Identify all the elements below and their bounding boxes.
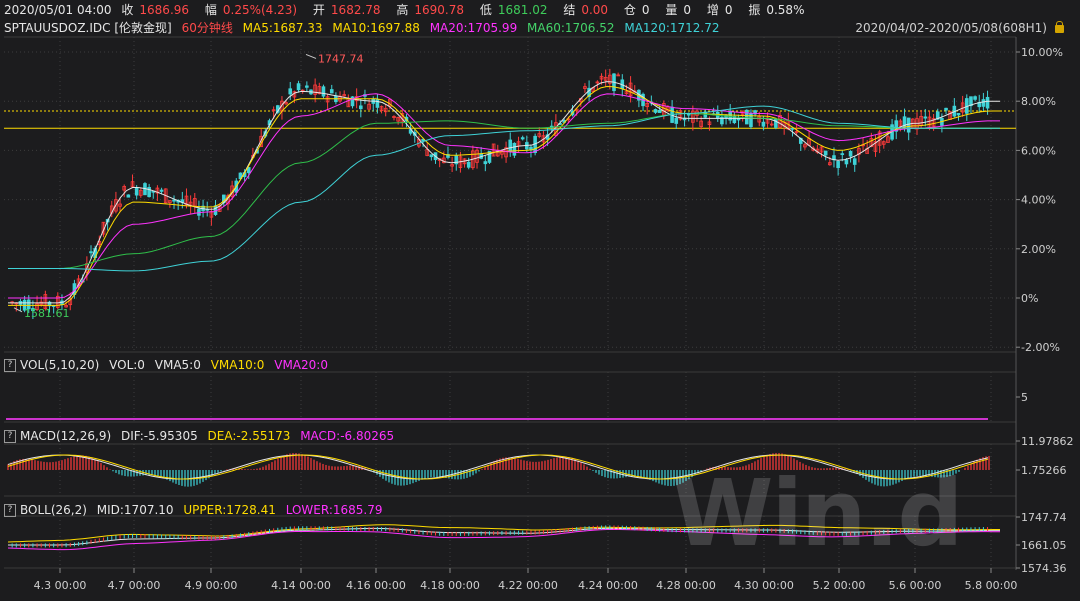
boll-upper-label: UPPER:1728.41 — [183, 503, 276, 517]
dif-label: DIF:-5.95305 — [120, 429, 198, 443]
candle-body — [288, 88, 293, 95]
x-tick-label: 4.3 00:00 — [34, 579, 87, 592]
boll-header-label[interactable]: BOLL(26,2) — [20, 503, 87, 517]
x-tick-label: 4.18 00:00 — [420, 579, 480, 592]
candle-body — [466, 161, 471, 168]
candle-body — [305, 85, 309, 88]
candle-body — [134, 187, 139, 196]
y-tick-label: 6.00% — [1021, 144, 1056, 157]
vma5-label: VMA5:0 — [154, 358, 201, 372]
ma120-line — [8, 105, 1000, 272]
candle-body — [674, 117, 679, 124]
candle-body — [973, 96, 977, 100]
candle-body — [359, 105, 363, 110]
macd-y-tick: 11.97862 — [1021, 435, 1074, 448]
x-tick-label: 4.7 00:00 — [108, 579, 161, 592]
vma20-label: VMA20:0 — [274, 358, 328, 372]
candle-body — [790, 127, 795, 130]
x-tick-label: 5.8 00:00 — [965, 579, 1018, 592]
candle-body — [944, 107, 948, 111]
y-tick-label: 4.00% — [1021, 194, 1056, 207]
candle-body — [429, 154, 434, 158]
high-annotation: 1747.74 — [318, 52, 364, 65]
boll-panel-header: ? BOLL(26,2) MID:1707.10 UPPER:1728.41 LO… — [4, 503, 383, 517]
candle-body — [512, 142, 517, 156]
wind-watermark: Win.d — [672, 460, 963, 567]
macd-panel-header: ? MACD(12,26,9) DIF:-5.95305 DEA:-2.55173… — [4, 429, 394, 443]
boll-y-tick: 1747.74 — [1021, 511, 1067, 524]
x-tick-label: 5.2 00:00 — [813, 579, 866, 592]
candle-body — [906, 117, 911, 133]
help-icon[interactable]: ? — [4, 359, 16, 372]
help-icon[interactable]: ? — [4, 504, 16, 517]
x-tick-label: 4.22 00:00 — [498, 579, 558, 592]
candle-body — [529, 146, 533, 150]
x-tick-label: 4.28 00:00 — [656, 579, 716, 592]
vol-value-label: VOL:0 — [109, 358, 145, 372]
candle-body — [840, 153, 845, 156]
ma60-line — [8, 112, 1000, 269]
candle-body — [657, 109, 662, 113]
x-tick-label: 4.30 00:00 — [734, 579, 794, 592]
boll-y-tick: 1661.05 — [1021, 539, 1067, 552]
candle-body — [981, 99, 986, 107]
candle-body — [852, 158, 857, 165]
macd-y-tick: 1.75266 — [1021, 464, 1067, 477]
x-tick-label: 4.14 00:00 — [271, 579, 331, 592]
candle-body — [761, 121, 766, 127]
candle-body — [483, 161, 488, 165]
candle-body — [653, 109, 658, 113]
ma5-line — [8, 81, 1000, 304]
candle-body — [520, 137, 525, 140]
boll-lower-label: LOWER:1685.79 — [285, 503, 383, 517]
macd-header-label[interactable]: MACD(12,26,9) — [20, 429, 111, 443]
candle-body — [147, 186, 151, 198]
vma10-label: VMA10:0 — [210, 358, 265, 372]
main-price-plot: 1747.74 1581.61 — [4, 52, 1016, 320]
y-tick-label: 8.00% — [1021, 95, 1056, 108]
candle-body — [321, 86, 326, 97]
x-tick-label: 5.6 00:00 — [889, 579, 942, 592]
candle-body — [296, 83, 301, 91]
boll-y-tick: 1574.36 — [1021, 562, 1067, 575]
vol-y-tick: 5 — [1021, 391, 1028, 404]
candle-body — [329, 89, 334, 94]
ma10-line — [8, 85, 1000, 306]
low-annotation: 1581.61 — [24, 307, 70, 320]
candle-body — [159, 189, 164, 192]
x-tick-label: 4.9 00:00 — [185, 579, 238, 592]
vol-panel-header: ? VOL(5,10,20) VOL:0 VMA5:0 VMA10:0 VMA20… — [4, 358, 328, 372]
ma20-line — [8, 93, 1000, 299]
macd-value-label: MACD:-6.80265 — [300, 429, 395, 443]
high-marker — [305, 53, 317, 59]
y-tick-label: 2.00% — [1021, 243, 1056, 256]
candle-body — [844, 159, 849, 165]
x-tick-label: 4.24 00:00 — [578, 579, 638, 592]
boll-mid-label: MID:1707.10 — [96, 503, 174, 517]
dea-label: DEA:-2.55173 — [207, 429, 291, 443]
candle-body — [508, 139, 513, 152]
candle-body — [985, 96, 990, 109]
candle-body — [923, 116, 928, 119]
candle-body — [172, 199, 176, 202]
candle-body — [836, 161, 840, 169]
y-tick-label: 10.00% — [1021, 46, 1063, 59]
x-tick-label: 4.16 00:00 — [346, 579, 406, 592]
candle-body — [956, 113, 961, 116]
y-tick-label: -2.00% — [1021, 341, 1060, 354]
candle-body — [823, 150, 828, 156]
candle-body — [89, 251, 93, 254]
candle-body — [126, 194, 131, 198]
y-tick-label: 0% — [1021, 292, 1038, 305]
vol-header-label[interactable]: VOL(5,10,20) — [20, 358, 99, 372]
help-icon[interactable]: ? — [4, 430, 16, 443]
candle-body — [848, 150, 853, 157]
